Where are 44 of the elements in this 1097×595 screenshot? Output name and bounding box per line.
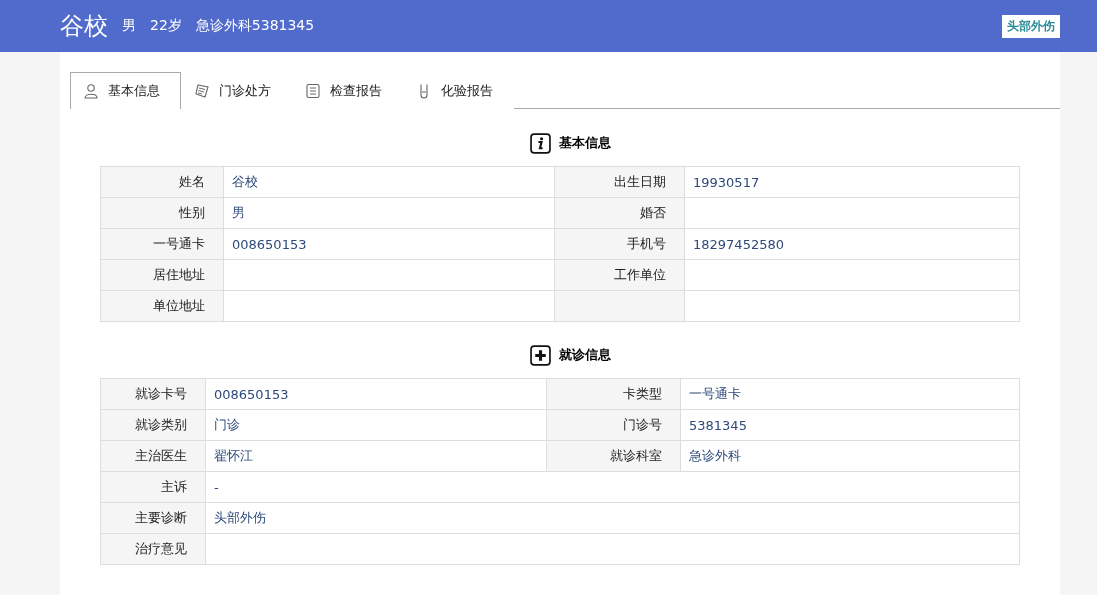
field-value: 008650153 (224, 229, 555, 260)
person-icon (83, 83, 99, 99)
field-label: 主要诊断 (101, 503, 206, 534)
field-label: 卡类型 (547, 379, 681, 410)
field-value: 翟怀江 (206, 441, 547, 472)
visit-number: 急诊外科5381345 (195, 17, 315, 35)
paper-icon (194, 83, 210, 99)
field-value: 门诊 (206, 410, 547, 441)
field-label: 手机号 (555, 229, 685, 260)
field-label: 主治医生 (101, 441, 206, 472)
field-label: 居住地址 (101, 260, 224, 291)
field-label: 治疗意见 (101, 534, 206, 565)
field-value: - (206, 472, 1020, 503)
field-value: 008650153 (206, 379, 547, 410)
field-value: 谷校 (224, 167, 555, 198)
field-label: 主诉 (101, 472, 206, 503)
tab[interactable]: 基本信息 (70, 72, 181, 109)
field-value: 男 (224, 198, 555, 229)
field-label: 就诊科室 (547, 441, 681, 472)
patient-gender: 男 (122, 17, 136, 35)
plus-icon (529, 344, 551, 366)
field-label: 性别 (101, 198, 224, 229)
field-value: 急诊外科 (681, 441, 1020, 472)
field-value: 18297452580 (685, 229, 1020, 260)
patient-name: 谷校 (60, 11, 108, 42)
diagnosis-tag: 头部外伤 (1002, 14, 1060, 38)
field-value: 头部外伤 (206, 503, 1020, 534)
field-label: 就诊类别 (101, 410, 206, 441)
field-label: 工作单位 (555, 260, 685, 291)
field-label: 出生日期 (555, 167, 685, 198)
field-label: 一号通卡 (101, 229, 224, 260)
field-value: 19930517 (685, 167, 1020, 198)
field-label: 就诊卡号 (101, 379, 206, 410)
section-title: 基本信息 (558, 134, 611, 152)
field-label: 单位地址 (101, 291, 224, 322)
patient-age: 22岁 (150, 17, 182, 35)
info-icon (529, 132, 551, 154)
field-value: 5381345 (681, 410, 1020, 441)
document-icon (305, 83, 321, 99)
field-label: 婚否 (555, 198, 685, 229)
field-value: 一号通卡 (681, 379, 1020, 410)
field-label: 姓名 (101, 167, 224, 198)
field-label: 门诊号 (547, 410, 681, 441)
section-title: 就诊信息 (558, 346, 611, 364)
